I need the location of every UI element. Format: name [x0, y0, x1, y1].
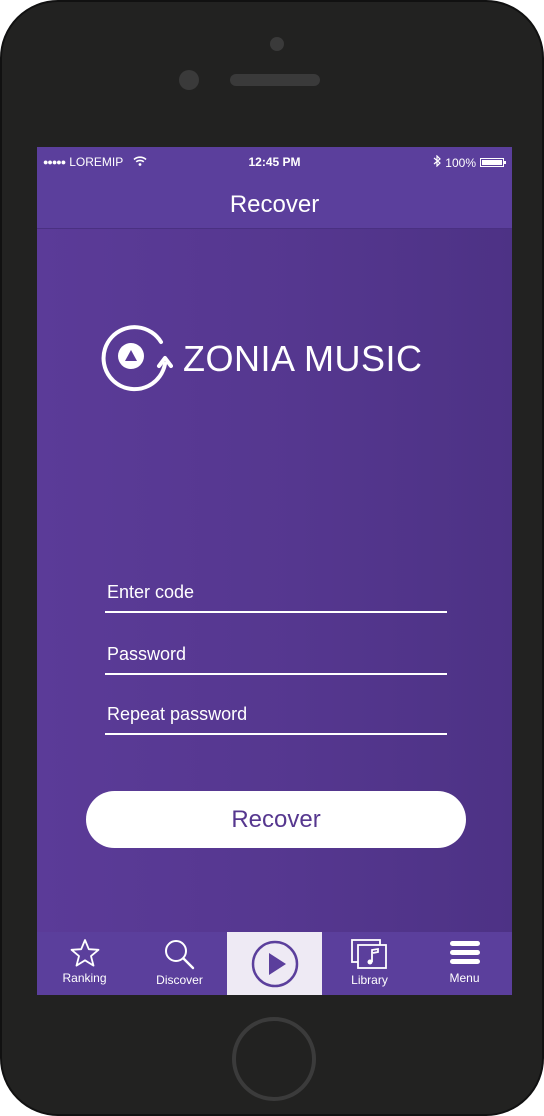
repeat-password-input[interactable] — [105, 695, 447, 733]
nav-bar: Recover — [37, 177, 512, 229]
tab-ranking[interactable]: Ranking — [37, 932, 132, 995]
tab-discover[interactable]: Discover — [132, 932, 227, 995]
app-screen: ●●●●● LOREMIP 12:45 PM 100% Recover ZONI… — [37, 147, 512, 995]
tab-menu[interactable]: Menu — [417, 932, 512, 995]
star-icon — [70, 939, 99, 967]
proximity-sensor — [179, 70, 199, 90]
battery-percent: 100% — [445, 155, 476, 170]
search-icon — [164, 940, 194, 970]
logo-text: ZONIA MUSIC — [183, 337, 423, 379]
tab-label-discover: Discover — [156, 973, 203, 987]
play-icon — [251, 940, 298, 987]
phone-frame: ●●●●● LOREMIP 12:45 PM 100% Recover ZONI… — [0, 0, 544, 1116]
home-button[interactable] — [232, 1017, 316, 1101]
library-icon — [350, 939, 387, 969]
menu-icon — [449, 941, 480, 964]
bluetooth-icon — [433, 154, 442, 170]
front-camera — [270, 37, 284, 51]
password-input[interactable] — [105, 635, 447, 673]
page-title: Recover — [229, 191, 320, 218]
earpiece-speaker — [230, 74, 320, 86]
recover-button[interactable]: Recover — [86, 791, 466, 848]
password-field — [105, 635, 447, 675]
tab-player[interactable] — [227, 932, 322, 995]
app-logo: ZONIA MUSIC — [97, 320, 423, 397]
tab-label-menu: Menu — [449, 971, 480, 985]
status-right: 100% — [433, 154, 506, 170]
code-field — [105, 573, 447, 613]
status-bar: ●●●●● LOREMIP 12:45 PM 100% — [37, 147, 512, 177]
repeat-password-field — [105, 695, 447, 735]
code-input[interactable] — [105, 573, 447, 611]
tab-label-library: Library — [351, 973, 388, 987]
tab-label-ranking: Ranking — [62, 971, 107, 985]
battery-icon — [480, 158, 506, 167]
tab-bar: Ranking Discover Library Menu — [37, 932, 512, 995]
logo-icon — [97, 320, 173, 397]
tab-library[interactable]: Library — [322, 932, 417, 995]
